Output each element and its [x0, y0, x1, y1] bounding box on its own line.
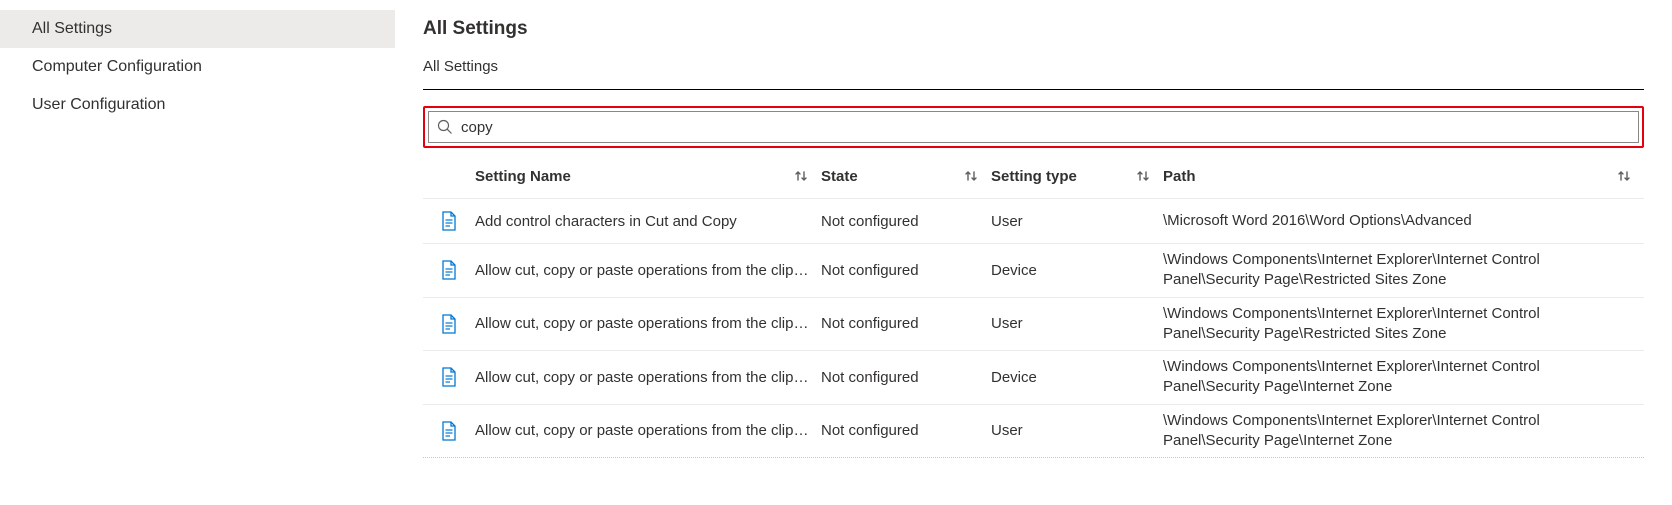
sort-icon — [963, 169, 979, 183]
settings-table: Setting Name State Setting type Path — [423, 154, 1644, 458]
cell-setting-name: Add control characters in Cut and Copy — [475, 213, 821, 230]
cell-path: \Windows Components\Internet Explorer\In… — [1163, 250, 1644, 291]
page-title: All Settings — [423, 18, 1644, 40]
row-icon-cell — [423, 211, 475, 231]
cell-path: \Windows Components\Internet Explorer\In… — [1163, 304, 1644, 345]
sidebar-item-label: User Configuration — [32, 96, 165, 113]
column-header-path[interactable]: Path — [1163, 168, 1644, 185]
sort-icon — [1135, 169, 1151, 183]
cell-state: Not configured — [821, 422, 991, 439]
cell-setting-name: Allow cut, copy or paste operations from… — [475, 315, 821, 332]
cell-setting-type: Device — [991, 369, 1163, 386]
column-header-label: Setting Name — [475, 168, 793, 185]
sort-icon — [793, 169, 809, 183]
cell-setting-type: User — [991, 422, 1163, 439]
table-header-row: Setting Name State Setting type Path — [423, 154, 1644, 199]
cell-path: \Windows Components\Internet Explorer\In… — [1163, 357, 1644, 398]
column-header-state[interactable]: State — [821, 168, 991, 185]
sidebar-item-computer-configuration[interactable]: Computer Configuration — [0, 48, 395, 86]
cell-setting-name: Allow cut, copy or paste operations from… — [475, 369, 821, 386]
sidebar-item-user-configuration[interactable]: User Configuration — [0, 86, 395, 124]
cell-path: \Microsoft Word 2016\Word Options\Advanc… — [1163, 211, 1644, 231]
cell-path: \Windows Components\Internet Explorer\In… — [1163, 411, 1644, 452]
column-header-setting-type[interactable]: Setting type — [991, 168, 1163, 185]
sidebar-item-label: Computer Configuration — [32, 58, 202, 75]
document-icon — [441, 421, 457, 441]
table-row[interactable]: Allow cut, copy or paste operations from… — [423, 351, 1644, 405]
search-input[interactable] — [461, 119, 1630, 136]
main-content: All Settings All Settings Setting Name S… — [395, 0, 1672, 505]
sort-icon — [1616, 169, 1632, 183]
row-icon-cell — [423, 314, 475, 334]
table-row[interactable]: Add control characters in Cut and Copy N… — [423, 199, 1644, 244]
cell-state: Not configured — [821, 315, 991, 332]
cell-setting-name: Allow cut, copy or paste operations from… — [475, 262, 821, 279]
row-icon-cell — [423, 367, 475, 387]
sidebar-item-label: All Settings — [32, 20, 112, 37]
search-icon — [437, 119, 453, 135]
sidebar-item-all-settings[interactable]: All Settings — [0, 10, 395, 48]
table-row[interactable]: Allow cut, copy or paste operations from… — [423, 244, 1644, 298]
sidebar: All Settings Computer Configuration User… — [0, 0, 395, 505]
cell-setting-type: Device — [991, 262, 1163, 279]
table-row[interactable]: Allow cut, copy or paste operations from… — [423, 405, 1644, 459]
table-row[interactable]: Allow cut, copy or paste operations from… — [423, 298, 1644, 352]
cell-state: Not configured — [821, 369, 991, 386]
row-icon-cell — [423, 260, 475, 280]
column-header-label: State — [821, 168, 963, 185]
cell-state: Not configured — [821, 213, 991, 230]
search-box[interactable] — [428, 111, 1639, 143]
cell-setting-type: User — [991, 315, 1163, 332]
column-header-label: Setting type — [991, 168, 1135, 185]
cell-setting-type: User — [991, 213, 1163, 230]
column-header-label: Path — [1163, 168, 1616, 185]
document-icon — [441, 314, 457, 334]
breadcrumb: All Settings — [423, 58, 1644, 90]
cell-state: Not configured — [821, 262, 991, 279]
document-icon — [441, 260, 457, 280]
column-header-setting-name[interactable]: Setting Name — [475, 168, 821, 185]
cell-setting-name: Allow cut, copy or paste operations from… — [475, 422, 821, 439]
search-highlight — [423, 106, 1644, 148]
row-icon-cell — [423, 421, 475, 441]
document-icon — [441, 367, 457, 387]
document-icon — [441, 211, 457, 231]
